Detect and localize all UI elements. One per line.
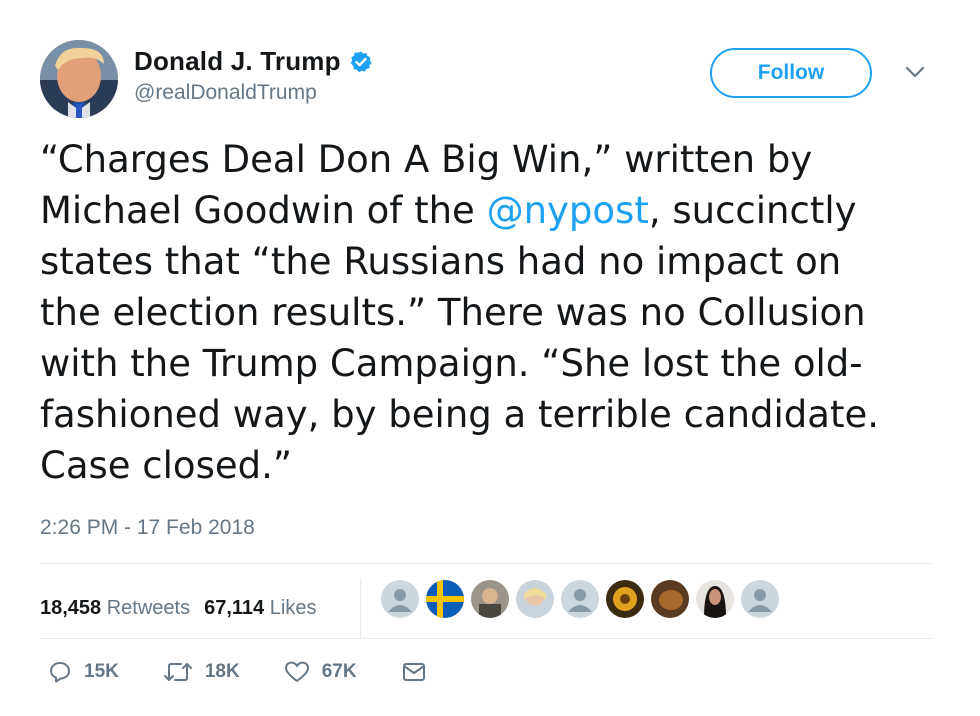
author-display-name[interactable]: Donald J. Trump [134,46,341,77]
reply-icon [50,662,70,683]
author-info: Donald J. Trump @realDonaldTrump [134,46,373,105]
likers-avatars [381,580,786,618]
tweet-header: Donald J. Trump @realDonaldTrump Follow [40,38,940,118]
verified-badge-icon [350,51,372,72]
direct-message-button[interactable] [401,660,439,684]
liker-avatar[interactable] [651,580,689,618]
stats-separator [360,578,361,638]
reply-button[interactable]: 15K [48,660,119,684]
direct-message-icon [402,663,425,681]
retweet-button[interactable]: 18K [163,660,240,684]
liker-avatar[interactable] [741,580,779,618]
reply-count: 15K [84,661,119,682]
liker-avatar[interactable] [516,580,554,618]
liker-avatar[interactable] [381,580,419,618]
likes-count: 67,114 [204,596,265,619]
retweet-count: 18K [204,661,240,682]
retweet-icon [163,663,192,681]
retweets-label: Retweets [106,596,191,619]
liker-avatar[interactable] [426,580,464,618]
likes-label: Likes [269,596,317,619]
retweets-count: 18,458 [40,596,102,619]
like-button[interactable]: 67K [284,660,357,684]
tweet-timestamp[interactable]: 2:26 PM - 17 Feb 2018 [40,516,255,540]
tweet-text: “Charges Deal Don A Big Win,” written by… [40,134,940,491]
liker-avatar[interactable] [606,580,644,618]
liker-avatar[interactable] [696,580,734,618]
likes-stat[interactable]: 67,114 Likes [204,597,316,620]
tweet-text-part2: , succinctly states that “the Russians h… [40,189,880,487]
author-avatar[interactable] [40,40,118,118]
divider-bottom [40,638,932,639]
divider-top [40,563,932,564]
retweets-stat[interactable]: 18,458 Retweets [40,597,190,620]
tweet-actions: 15K 18K 67K [48,660,483,684]
author-handle[interactable]: @realDonaldTrump [134,81,373,105]
liker-avatar[interactable] [471,580,509,618]
like-count: 67K [321,661,357,682]
tweet-stats: 18,458 Retweets 67,114 Likes [40,578,361,638]
liker-avatar[interactable] [561,580,599,618]
mention-link[interactable]: @nypost [487,189,649,232]
follow-button[interactable]: Follow [710,48,872,98]
chevron-down-icon[interactable] [904,62,926,82]
like-heart-icon [284,661,309,682]
